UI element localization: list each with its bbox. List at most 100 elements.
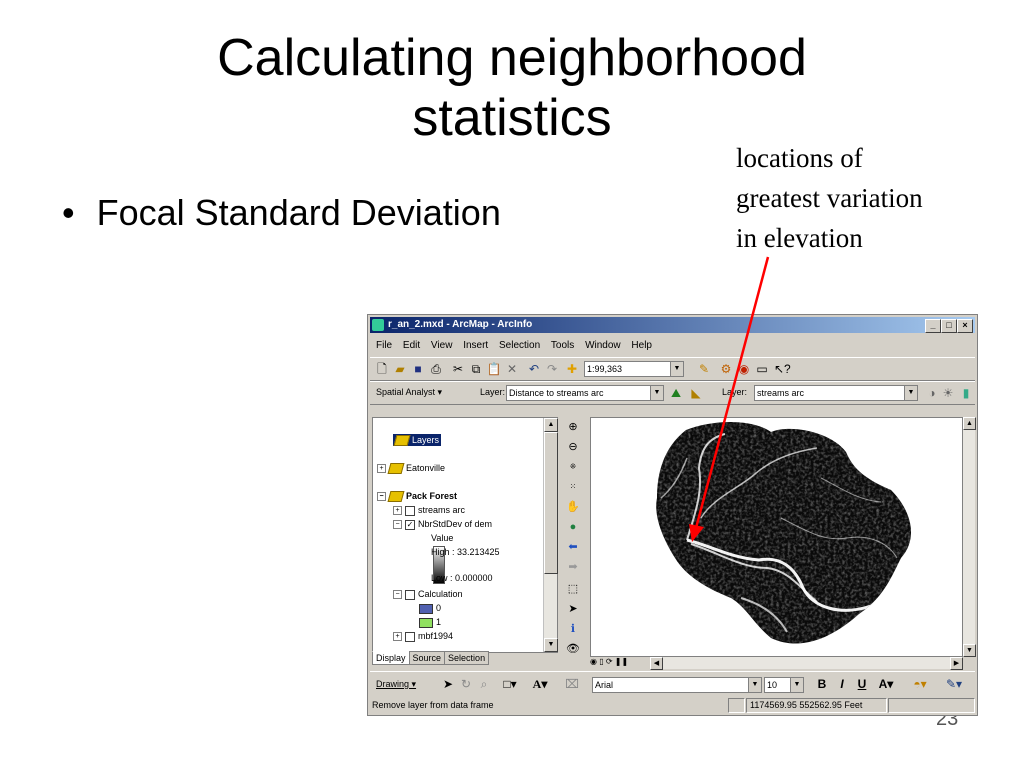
map-scale-combo[interactable]: 1:99,363 ▼ [584,361,684,377]
minimize-button[interactable]: _ [925,319,941,333]
whats-this-icon[interactable]: ↖? [774,361,791,377]
underline-button[interactable]: U [854,676,870,692]
contour-icon[interactable]: ◣ [688,385,704,401]
select-features-icon[interactable]: ⬚ [565,581,581,597]
open-icon[interactable]: ▰ [392,361,408,377]
expand-icon[interactable]: + [393,632,402,642]
layer-checkbox[interactable] [405,505,415,516]
pan-icon[interactable]: ✋ [565,499,581,515]
redo-icon[interactable]: ↷ [544,361,560,377]
chevron-down-icon[interactable]: ▼ [904,386,917,400]
map-vertical-scrollbar[interactable]: ▲ ▼ [963,417,976,657]
fixed-zoom-out-icon[interactable]: ⁙ [565,479,581,495]
spatial-analyst-menu[interactable]: Spatial Analyst ▾ [376,385,442,399]
paste-icon[interactable]: 📋 [486,361,502,377]
line-color-icon[interactable]: ✎▾ [946,676,962,692]
transparency-icon[interactable]: ▮ [958,385,974,401]
map-horizontal-scrollbar[interactable]: ◀ ▶ [650,657,963,670]
font-combo[interactable]: Arial ▼ [592,677,762,693]
expand-icon[interactable]: + [393,506,402,516]
arctoolbox-icon[interactable]: ⚙ [718,361,734,377]
copy-icon[interactable]: ⧉ [468,361,484,377]
new-text-icon[interactable]: ⌧ [564,676,580,692]
select-elements-icon[interactable]: ➤ [565,601,581,617]
toc-calculation[interactable]: − Calculation [393,588,463,600]
toc-scrollbar[interactable]: ▲ ▼ [543,418,558,652]
maximize-button[interactable]: □ [941,319,957,333]
undo-icon[interactable]: ↶ [526,361,542,377]
layer-checkbox[interactable] [405,631,415,642]
title-bar[interactable]: r_an_2.mxd - ArcMap - ArcInfo _ □ × [370,317,975,333]
new-icon[interactable]: 🗋 [374,361,390,377]
histogram-icon[interactable]: ⛰ [668,385,684,401]
scroll-up-icon[interactable]: ▲ [544,418,558,432]
refresh-icon[interactable]: ⟳ [606,657,613,666]
zoom-whole-page-icon[interactable]: ⌕ [476,676,492,692]
scroll-up-icon[interactable]: ▲ [963,417,976,430]
chevron-down-icon[interactable]: ▼ [650,386,663,400]
menu-tools[interactable]: Tools [551,340,574,351]
expand-icon[interactable]: + [377,464,386,474]
save-icon[interactable]: ■ [410,361,426,377]
toc-eatonville[interactable]: + Eatonville [377,462,445,475]
scroll-left-icon[interactable]: ◀ [650,657,663,670]
catalog-icon[interactable]: ◉ [736,361,752,377]
scroll-down-icon[interactable]: ▼ [544,638,558,652]
menu-view[interactable]: View [431,340,453,351]
cut-icon[interactable]: ✂ [450,361,466,377]
rectangle-icon[interactable]: □▾ [502,676,518,692]
scroll-thumb[interactable] [544,432,558,574]
zoom-in-icon[interactable]: ⊕ [565,419,581,435]
menu-selection[interactable]: Selection [499,340,540,351]
bold-button[interactable]: B [814,676,830,692]
fixed-zoom-in-icon[interactable]: ⁜ [565,459,581,475]
editor-icon[interactable]: ✎ [696,361,712,377]
scroll-down-icon[interactable]: ▼ [963,644,976,657]
pause-drawing-icon[interactable]: ❚❚ [615,657,628,666]
toc-nbrstddev[interactable]: − ✓ NbrStdDev of dem [393,518,492,530]
layer2-combo[interactable]: streams arc ▼ [754,385,918,401]
collapse-icon[interactable]: − [393,520,402,530]
print-icon[interactable]: ⎙ [428,361,444,377]
identify-icon[interactable]: ℹ [565,621,581,637]
back-extent-icon[interactable]: ⬅ [565,539,581,555]
collapse-icon[interactable]: − [377,492,386,502]
map-view[interactable] [590,417,963,657]
chevron-down-icon[interactable]: ▼ [670,362,683,376]
find-icon[interactable]: 👁 [565,641,581,657]
menu-edit[interactable]: Edit [403,340,420,351]
menu-insert[interactable]: Insert [463,340,488,351]
data-view-icon[interactable]: ◉ [590,657,597,666]
delete-icon[interactable]: ✕ [504,361,520,377]
font-color-icon[interactable]: A▾ [878,676,894,692]
close-button[interactable]: × [957,319,973,333]
collapse-icon[interactable]: − [393,590,402,600]
menu-file[interactable]: File [376,340,392,351]
toc-pack-forest[interactable]: − Pack Forest [377,490,457,503]
layer-combo[interactable]: Distance to streams arc ▼ [506,385,664,401]
menu-help[interactable]: Help [631,340,652,351]
add-data-icon[interactable]: ✚ [564,361,580,377]
menu-window[interactable]: Window [585,340,621,351]
font-size-combo[interactable]: 10 ▼ [764,677,804,693]
forward-extent-icon[interactable]: ➡ [565,559,581,575]
text-tool-icon[interactable]: A▾ [532,676,548,692]
toc-streams-arc[interactable]: + streams arc [393,504,465,516]
zoom-out-icon[interactable]: ⊖ [565,439,581,455]
rotate-icon[interactable]: ↻ [458,676,474,692]
fill-color-icon[interactable]: ◓▾ [912,676,928,692]
scroll-right-icon[interactable]: ▶ [950,657,963,670]
contrast-icon[interactable]: ◑ [924,385,940,401]
toc-layers[interactable]: Layers [393,434,442,447]
layer-checkbox[interactable] [405,589,415,600]
window-icon[interactable]: ▭ [754,361,770,377]
tab-selection[interactable]: Selection [444,651,490,665]
layer-checkbox[interactable]: ✓ [405,519,415,530]
chevron-down-icon[interactable]: ▼ [748,678,761,692]
select-elements-icon[interactable]: ➤ [440,676,456,692]
drawing-menu[interactable]: Drawing ▾ [376,677,416,691]
toc-mbf1994[interactable]: + mbf1994 [393,630,453,642]
full-extent-icon[interactable]: ● [565,519,581,535]
layout-view-icon[interactable]: ▯ [599,657,603,666]
chevron-down-icon[interactable]: ▼ [790,678,803,692]
